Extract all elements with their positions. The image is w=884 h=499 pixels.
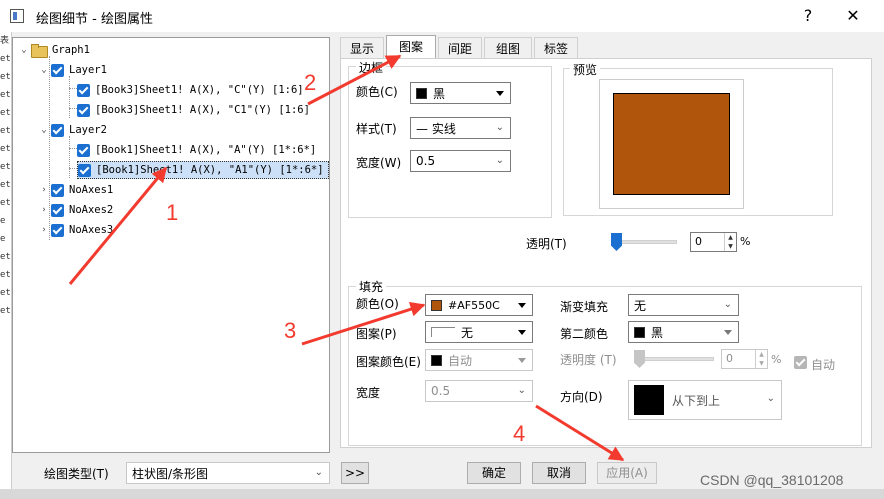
- annotation-number-1: 1: [166, 200, 179, 225]
- annotation-arrow-1: [68, 166, 168, 285]
- annotation-arrow-4: [535, 404, 625, 462]
- annotation-arrow-2: [307, 54, 402, 106]
- annotation-number-2: 2: [304, 70, 317, 95]
- annotation-overlay: [68, 54, 625, 462]
- annotation-number-4: 4: [513, 421, 526, 446]
- annotation-number-3: 3: [284, 318, 297, 343]
- annotation-arrow-3: [301, 301, 426, 346]
